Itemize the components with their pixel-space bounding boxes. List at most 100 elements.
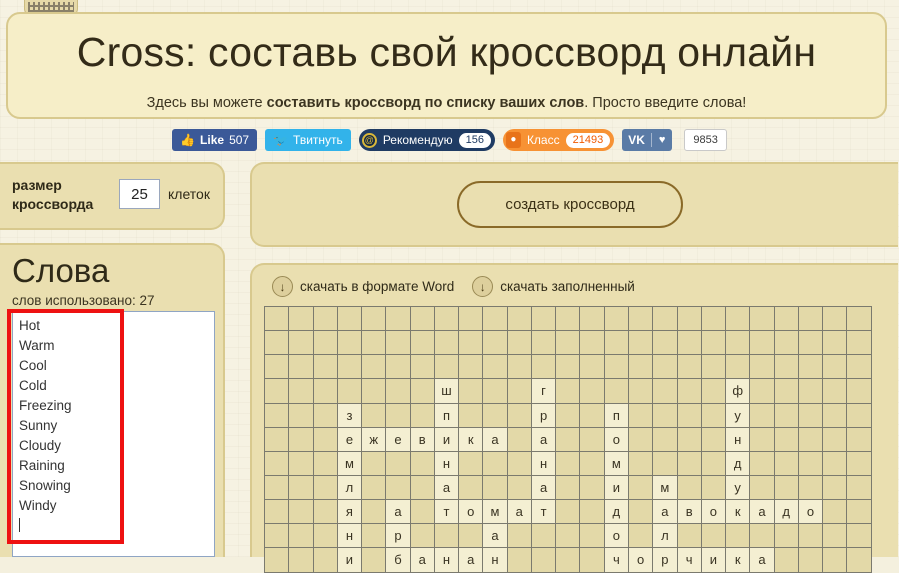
crossword-cell-empty[interactable] — [483, 331, 508, 356]
crossword-cell-letter[interactable]: е — [337, 427, 363, 452]
crossword-cell-empty[interactable] — [434, 331, 460, 356]
crossword-cell-letter[interactable]: а — [750, 500, 775, 525]
crossword-cell-empty[interactable] — [580, 500, 605, 525]
crossword-cell-empty[interactable] — [677, 403, 702, 428]
crossword-cell-letter[interactable]: а — [483, 524, 508, 549]
crossword-cell-empty[interactable] — [604, 307, 629, 332]
crossword-cell-empty[interactable] — [337, 379, 363, 404]
crossword-cell-letter[interactable]: о — [628, 548, 654, 573]
crossword-cell-letter[interactable]: п — [604, 403, 629, 428]
crossword-cell-empty[interactable] — [847, 500, 872, 525]
crossword-cell-empty[interactable] — [798, 307, 824, 332]
crossword-cell-empty[interactable] — [580, 403, 605, 428]
crossword-cell-letter[interactable]: в — [677, 500, 702, 525]
crossword-cell-empty[interactable] — [774, 355, 799, 380]
crossword-cell-empty[interactable] — [531, 307, 557, 332]
crossword-cell-empty[interactable] — [847, 475, 872, 501]
crossword-cell-empty[interactable] — [677, 451, 702, 476]
crossword-cell-empty[interactable] — [313, 524, 338, 549]
crossword-cell-empty[interactable] — [337, 307, 363, 332]
crossword-cell-empty[interactable] — [434, 355, 460, 380]
crossword-cell-empty[interactable] — [531, 548, 557, 573]
crossword-cell-empty[interactable] — [556, 451, 581, 476]
crossword-cell-empty[interactable] — [750, 331, 775, 356]
crossword-cell-empty[interactable] — [313, 331, 338, 356]
crossword-cell-empty[interactable] — [507, 331, 532, 356]
crossword-cell-letter[interactable]: а — [653, 500, 678, 525]
crossword-cell-empty[interactable] — [289, 451, 314, 476]
crossword-cell-letter[interactable]: а — [434, 475, 460, 501]
crossword-cell-empty[interactable] — [313, 548, 338, 573]
crossword-cell-empty[interactable] — [774, 307, 799, 332]
crossword-cell-letter[interactable]: ф — [726, 379, 751, 404]
crossword-cell-empty[interactable] — [459, 307, 484, 332]
crossword-cell-empty[interactable] — [556, 427, 581, 452]
crossword-cell-empty[interactable] — [313, 427, 338, 452]
crossword-cell-empty[interactable] — [677, 427, 702, 452]
crossword-cell-empty[interactable] — [798, 427, 824, 452]
crossword-cell-empty[interactable] — [847, 379, 872, 404]
crossword-cell-empty[interactable] — [628, 451, 654, 476]
crossword-cell-empty[interactable] — [459, 451, 484, 476]
crossword-cell-empty[interactable] — [580, 548, 605, 573]
crossword-cell-letter[interactable]: е — [386, 427, 411, 452]
crossword-cell-empty[interactable] — [386, 451, 411, 476]
crossword-cell-empty[interactable] — [434, 307, 460, 332]
crossword-cell-empty[interactable] — [289, 331, 314, 356]
crossword-cell-empty[interactable] — [750, 475, 775, 501]
crossword-cell-empty[interactable] — [556, 355, 581, 380]
crossword-cell-empty[interactable] — [750, 427, 775, 452]
crossword-cell-letter[interactable]: а — [507, 500, 532, 525]
crossword-cell-empty[interactable] — [265, 451, 290, 476]
crossword-cell-empty[interactable] — [483, 403, 508, 428]
crossword-cell-empty[interactable] — [507, 379, 532, 404]
crossword-size-input[interactable] — [119, 179, 160, 209]
crossword-cell-letter[interactable]: я — [337, 500, 363, 525]
crossword-cell-empty[interactable] — [410, 307, 435, 332]
crossword-cell-empty[interactable] — [774, 331, 799, 356]
twitter-share-button[interactable]: 🐦 Твитнуть — [265, 129, 351, 151]
crossword-cell-letter[interactable]: ч — [604, 548, 629, 573]
crossword-cell-empty[interactable] — [701, 451, 727, 476]
crossword-cell-empty[interactable] — [823, 403, 848, 428]
crossword-cell-empty[interactable] — [410, 403, 435, 428]
crossword-cell-empty[interactable] — [580, 451, 605, 476]
crossword-cell-letter[interactable]: з — [337, 403, 363, 428]
crossword-cell-empty[interactable] — [750, 403, 775, 428]
crossword-cell-empty[interactable] — [580, 331, 605, 356]
crossword-cell-empty[interactable] — [580, 524, 605, 549]
crossword-cell-empty[interactable] — [507, 355, 532, 380]
crossword-cell-empty[interactable] — [628, 307, 654, 332]
crossword-cell-empty[interactable] — [531, 331, 557, 356]
crossword-cell-empty[interactable] — [410, 379, 435, 404]
crossword-cell-letter[interactable]: д — [726, 451, 751, 476]
crossword-cell-empty[interactable] — [289, 548, 314, 573]
crossword-cell-empty[interactable] — [701, 355, 727, 380]
crossword-cell-empty[interactable] — [362, 355, 387, 380]
crossword-cell-empty[interactable] — [313, 451, 338, 476]
crossword-cell-empty[interactable] — [362, 403, 387, 428]
crossword-cell-empty[interactable] — [410, 355, 435, 380]
crossword-cell-empty[interactable] — [774, 548, 799, 573]
crossword-cell-empty[interactable] — [289, 475, 314, 501]
crossword-cell-empty[interactable] — [507, 548, 532, 573]
crossword-cell-empty[interactable] — [847, 548, 872, 573]
download-filled-link[interactable]: ↓ скачать заполненный — [472, 276, 635, 297]
crossword-cell-empty[interactable] — [459, 379, 484, 404]
crossword-cell-empty[interactable] — [386, 475, 411, 501]
crossword-cell-empty[interactable] — [362, 379, 387, 404]
crossword-cell-empty[interactable] — [362, 548, 387, 573]
crossword-cell-letter[interactable]: м — [483, 500, 508, 525]
crossword-cell-letter[interactable]: а — [410, 548, 435, 573]
crossword-cell-letter[interactable]: и — [434, 427, 460, 452]
create-crossword-button[interactable]: создать кроссворд — [457, 181, 683, 228]
crossword-cell-empty[interactable] — [507, 403, 532, 428]
crossword-cell-empty[interactable] — [774, 403, 799, 428]
crossword-cell-empty[interactable] — [289, 307, 314, 332]
crossword-cell-empty[interactable] — [483, 475, 508, 501]
crossword-cell-empty[interactable] — [337, 331, 363, 356]
crossword-cell-empty[interactable] — [507, 475, 532, 501]
crossword-cell-empty[interactable] — [823, 548, 848, 573]
crossword-cell-empty[interactable] — [410, 331, 435, 356]
crossword-cell-empty[interactable] — [265, 331, 290, 356]
